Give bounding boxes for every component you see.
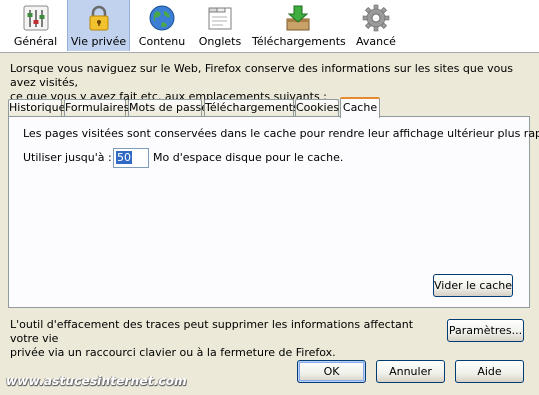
tab-downloads[interactable]: Téléchargements: [204, 99, 299, 116]
pane-toolbar: Général Vie privée Contenu Onglets Téléc…: [0, 0, 539, 53]
help-button[interactable]: Aide: [455, 360, 524, 383]
cache-size-suffix: Mo d'espace disque pour le cache.: [153, 151, 344, 164]
clear-cache-button[interactable]: Vider le cache: [433, 274, 513, 297]
tab-cache[interactable]: Cache: [340, 97, 380, 118]
tab-cookies[interactable]: Cookies: [295, 99, 339, 116]
footer-line-2: privée via un raccourci clavier ou à la …: [10, 346, 336, 359]
description-line-1: Lorsque vous naviguez sur le Web, Firefo…: [10, 62, 514, 89]
cache-panel: Les pages visitées sont conservées dans …: [8, 116, 539, 308]
toolbar-label-downloads: Téléchargements: [252, 35, 346, 48]
tab-forms[interactable]: Formulaires: [64, 99, 129, 116]
toolbar-label-general: Général: [13, 35, 58, 48]
toolbar-label-privacy: Vie privée: [70, 35, 127, 48]
gear-icon: [362, 4, 390, 32]
toolbar-item-tabs[interactable]: Onglets: [194, 0, 246, 51]
privacy-description: Lorsque vous naviguez sur le Web, Firefo…: [10, 62, 530, 104]
padlock-icon: [89, 5, 108, 31]
footer-line-1: L'outil d'effacement des traces peut sup…: [10, 318, 414, 345]
settings-sliders-icon: [23, 5, 48, 31]
cancel-button[interactable]: Annuler: [376, 360, 445, 383]
tab-passwords[interactable]: Mots de passe: [128, 99, 208, 116]
cache-info-text: Les pages visitées sont conservées dans …: [23, 127, 539, 140]
toolbar-label-content: Contenu: [138, 35, 186, 48]
toolbar-item-privacy[interactable]: Vie privée: [67, 0, 130, 51]
ok-button[interactable]: OK: [297, 360, 366, 383]
toolbar-label-tabs: Onglets: [198, 35, 242, 48]
toolbar-item-advanced[interactable]: Avancé: [352, 0, 400, 51]
cache-size-label: Utiliser jusqu'à :: [23, 151, 112, 164]
watermark-text: www.astucesinternet.com: [6, 374, 187, 388]
globe-icon: [149, 5, 175, 31]
toolbar-item-general[interactable]: Général: [8, 0, 63, 51]
settings-button[interactable]: Paramètres...: [447, 319, 524, 342]
clear-traces-description: L'outil d'effacement des traces peut sup…: [10, 318, 430, 360]
download-box-icon: [286, 5, 310, 31]
tabs-window-icon: [208, 7, 232, 30]
toolbar-item-downloads[interactable]: Téléchargements: [252, 0, 346, 51]
cache-size-input[interactable]: 50: [113, 148, 149, 168]
tab-history[interactable]: Historique: [8, 99, 65, 116]
toolbar-label-advanced: Avancé: [356, 35, 396, 48]
cache-size-value: 50: [116, 151, 132, 164]
toolbar-item-content[interactable]: Contenu: [136, 0, 188, 51]
